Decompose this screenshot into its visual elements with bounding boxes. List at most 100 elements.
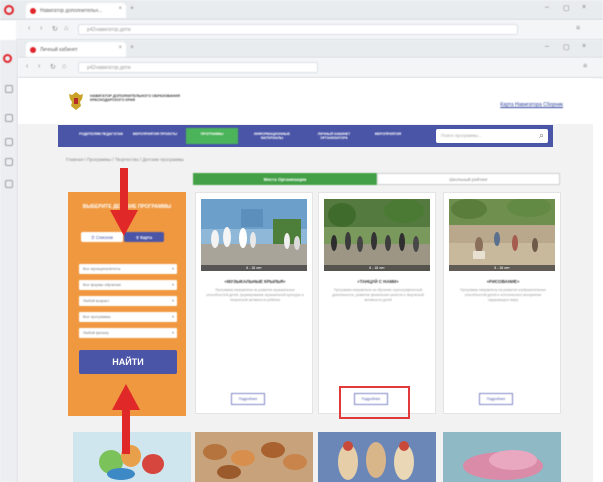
inner-forward-icon[interactable]: › — [38, 63, 40, 70]
close-tab-icon[interactable]: × — [118, 6, 122, 12]
outer-url-text: р42навигатор.дети — [87, 27, 131, 33]
dance-photo-image — [324, 199, 430, 271]
heart-icon[interactable] — [5, 138, 13, 146]
inner-reload-icon[interactable]: ↻ — [50, 63, 56, 71]
chevron-down-icon: ▾ — [171, 266, 174, 271]
municipality-select[interactable]: Все муниципалитеты ▾ — [79, 264, 177, 274]
inner-maximize-icon[interactable]: ▢ — [563, 43, 570, 51]
clock-icon[interactable] — [5, 180, 13, 188]
form-select[interactable]: Все формы обучения ▾ — [79, 280, 177, 290]
menu-item-parents[interactable]: Родителям Педагогам — [78, 130, 124, 142]
chevron-down-icon: ▾ — [171, 314, 174, 319]
maximize-icon[interactable]: ▢ — [563, 4, 570, 12]
outer-tab-title: Навигатор дополнительн... — [40, 8, 103, 14]
program-title[interactable]: «РИСОВАНИЕ» — [450, 279, 556, 284]
program-description: Программа направлена на развитие музыкал… — [206, 288, 304, 302]
inner-tab-bar: Личный кабинет × + – ▢ × — [18, 40, 603, 58]
opera-sidebar-logo-icon[interactable] — [3, 54, 12, 63]
program-select[interactable]: Все программы ▾ — [79, 312, 177, 322]
age-badge: 6 - 18 лет — [201, 265, 307, 271]
organization-name: Навигатор дополнительного образования Кр… — [90, 94, 180, 103]
program-photo-drawing: 5 - 18 лет — [449, 199, 555, 271]
header-link[interactable]: Карта Навигатора Сборник — [500, 102, 563, 108]
outer-url-field[interactable]: р42навигатор.дети — [78, 24, 518, 35]
extra-select[interactable]: Любой фильтр ▾ — [79, 328, 177, 338]
website: Навигатор дополнительного образования Кр… — [18, 78, 593, 482]
menu-item-activities[interactable]: Мероприятия — [370, 130, 406, 142]
fabric-photo-image — [443, 432, 561, 482]
inner-close-window-icon[interactable]: × — [582, 43, 586, 50]
arrow-down-icon — [110, 168, 138, 236]
menu-item-info[interactable]: Информационные материалы — [246, 130, 298, 142]
crafts-photo-image — [195, 432, 313, 482]
program-card-row2[interactable] — [318, 432, 436, 482]
form-select-value: Все формы обучения — [83, 283, 121, 287]
view-tabs: Места Организации Школьный рейтинг — [193, 173, 560, 185]
find-button[interactable]: НАЙТИ — [79, 350, 177, 374]
program-search-input[interactable]: Поиск программы... ⌕ — [436, 129, 548, 143]
inner-tab-title: Личный кабинет — [40, 47, 78, 53]
program-photo-dance: 6 - 18 лет — [324, 199, 430, 271]
age-badge: 6 - 18 лет — [324, 265, 430, 271]
coat-of-arms-icon — [69, 92, 83, 110]
highlight-box — [339, 386, 410, 419]
program-card-row2[interactable] — [195, 432, 313, 482]
forward-icon[interactable]: › — [40, 25, 42, 32]
menu-item-programs[interactable]: Программы — [186, 128, 238, 144]
program-title[interactable]: «МУЗЫКАЛЬНЫЕ КРЫЛЬЯ» — [202, 279, 308, 284]
history-icon[interactable] — [5, 158, 13, 166]
drawing-photo-image — [449, 199, 555, 271]
music-photo-image — [201, 199, 307, 271]
chevron-down-icon: ▾ — [171, 282, 174, 287]
breadcrumb[interactable]: Главная / Программы / Творчество / Детск… — [66, 157, 184, 162]
new-tab-icon[interactable]: + — [130, 5, 134, 12]
inner-close-tab-icon[interactable]: × — [118, 45, 122, 51]
inner-tab-favicon-icon — [30, 47, 36, 53]
program-card[interactable]: 6 - 18 лет «ТАНЦУЙ С НАМИ» Программа нап… — [318, 192, 436, 414]
menu-item-cabinet[interactable]: Личный кабинет Организатора — [306, 130, 362, 142]
main-menu: Родителям Педагогам Мероприятия Проекты … — [58, 125, 553, 147]
menu-icon[interactable]: ≡ — [576, 25, 580, 32]
messenger-icon[interactable] — [5, 85, 13, 93]
program-card[interactable]: 5 - 18 лет «РИСОВАНИЕ» Программа направл… — [443, 192, 561, 414]
home-icon[interactable]: ⌂ — [64, 25, 68, 32]
inner-back-icon[interactable]: ‹ — [26, 63, 28, 70]
program-title[interactable]: «ТАНЦУЙ С НАМИ» — [325, 279, 431, 284]
tab-organizations[interactable]: Места Организации — [193, 173, 377, 185]
program-card-row2[interactable] — [443, 432, 561, 482]
inner-menu-icon[interactable]: ≡ — [583, 63, 587, 70]
arrow-up-icon — [112, 384, 140, 454]
inner-new-tab-icon[interactable]: + — [130, 44, 134, 51]
inner-minimize-icon[interactable]: – — [545, 43, 549, 50]
chevron-down-icon: ▾ — [171, 330, 174, 335]
inner-browser-tab[interactable]: Личный кабинет × — [26, 42, 126, 57]
age-select-value: Любой возраст — [83, 299, 110, 303]
details-button[interactable]: Подробнее — [479, 393, 513, 405]
program-card[interactable]: 6 - 18 лет «МУЗЫКАЛЬНЫЕ КРЫЛЬЯ» Программ… — [195, 192, 313, 414]
tab-rating[interactable]: Школьный рейтинг — [377, 173, 560, 185]
inner-home-icon[interactable]: ⌂ — [62, 63, 66, 70]
inner-url-field[interactable]: р42навигатор.дети — [78, 62, 318, 73]
chevron-down-icon: ▾ — [171, 298, 174, 303]
close-window-icon[interactable]: × — [582, 4, 586, 11]
details-button[interactable]: Подробнее — [231, 393, 265, 405]
site-header: Навигатор дополнительного образования Кр… — [18, 78, 593, 124]
news-icon[interactable] — [5, 114, 13, 122]
map-toggle-label: Карта — [140, 234, 153, 240]
minimize-icon[interactable]: – — [545, 4, 549, 11]
tab-favicon-icon — [30, 8, 36, 14]
age-badge: 5 - 18 лет — [449, 265, 555, 271]
back-icon[interactable]: ‹ — [28, 25, 30, 32]
age-select[interactable]: Любой возраст ▾ — [79, 296, 177, 306]
opera-logo-icon[interactable] — [4, 5, 14, 15]
inner-address-bar: ‹ › ↻ ⌂ р42навигатор.дети ≡ — [18, 58, 603, 78]
menu-item-events[interactable]: Мероприятия Проекты — [132, 130, 178, 142]
search-icon[interactable]: ⌕ — [539, 130, 544, 141]
outer-browser-tab[interactable]: Навигатор дополнительн... × — [26, 3, 126, 18]
dolls-photo-image — [318, 432, 436, 482]
program-description: Программа направлена на обучение хореогр… — [332, 288, 424, 302]
program-description: Программа направлена на развитие изобраз… — [460, 288, 546, 302]
reload-icon[interactable]: ↻ — [52, 25, 58, 33]
extra-select-value: Любой фильтр — [83, 331, 109, 335]
outer-address-bar: ‹ › ↻ ⌂ р42навигатор.дети ≡ — [16, 20, 603, 40]
